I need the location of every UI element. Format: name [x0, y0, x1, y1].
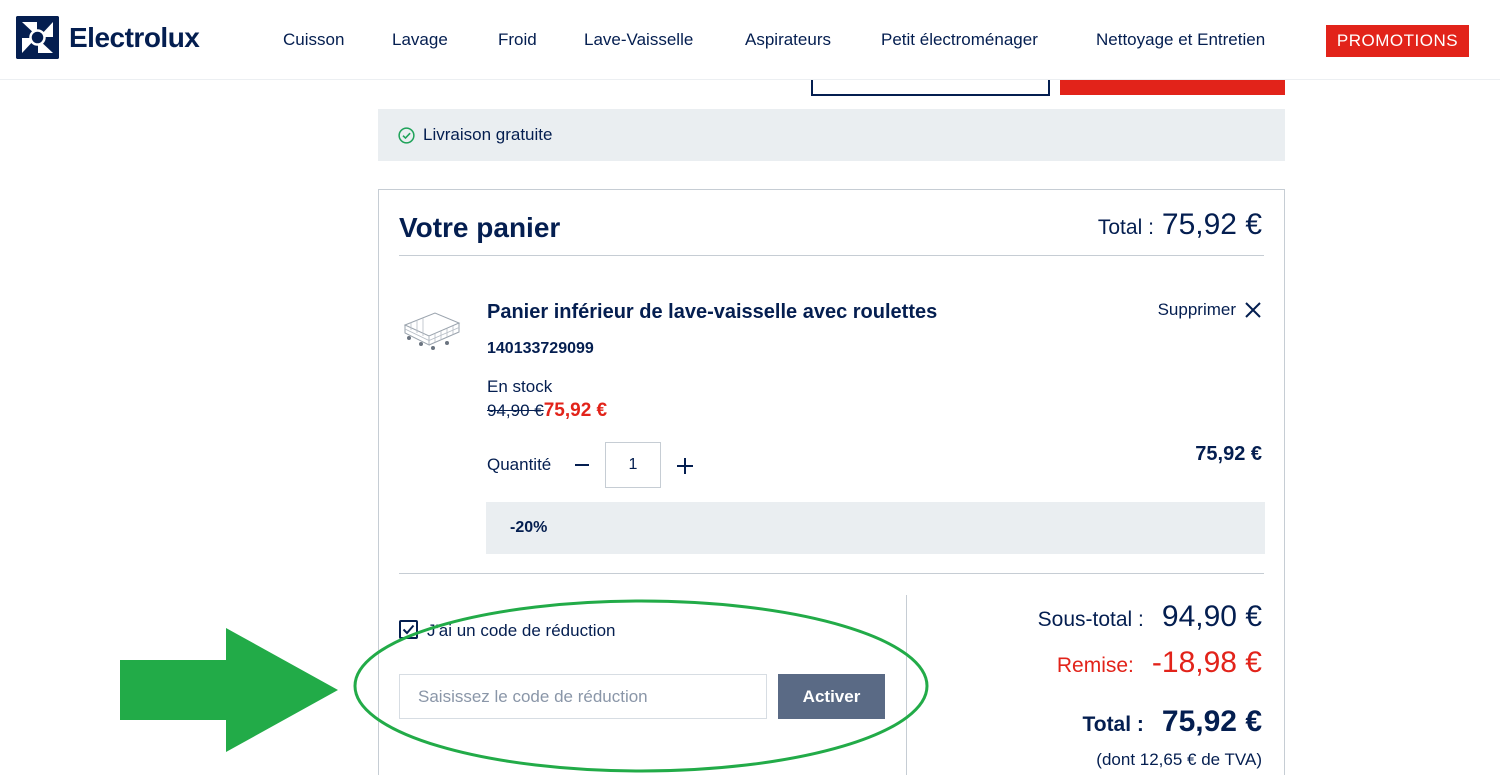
- discount-badge-text: -20%: [510, 519, 548, 536]
- quantity-decrease-button[interactable]: [569, 452, 595, 478]
- discount-row: Remise: -18,98 €: [1057, 646, 1262, 680]
- divider: [399, 573, 1264, 574]
- summary-total-label: Total :: [1082, 713, 1144, 736]
- check-circle-icon: [398, 126, 415, 144]
- site-header: Electrolux Cuisson Lavage Froid Lave-Vai…: [0, 0, 1500, 80]
- total-row: Total : 75,92 €: [1082, 705, 1262, 739]
- electrolux-logo-icon: [16, 16, 59, 59]
- checkbox-checked-icon: [402, 624, 415, 635]
- promotions-button[interactable]: PROMOTIONS: [1326, 25, 1469, 57]
- coupon-checkbox-label[interactable]: J'ai un code de réduction: [427, 621, 616, 641]
- quantity-input[interactable]: 1: [605, 442, 661, 488]
- coupon-checkbox[interactable]: [399, 620, 418, 639]
- product-name[interactable]: Panier inférieur de lave-vaisselle avec …: [487, 301, 937, 324]
- quantity-increase-button[interactable]: [671, 452, 699, 480]
- nav-item-lave-vaisselle[interactable]: Lave-Vaisselle: [584, 30, 693, 50]
- discount-value: -18,98 €: [1151, 646, 1262, 679]
- minus-icon: [575, 464, 589, 466]
- nav-item-petit-electromenager[interactable]: Petit électroménager: [881, 30, 1038, 50]
- nav-item-lavage[interactable]: Lavage: [392, 30, 448, 50]
- divider: [399, 255, 1264, 256]
- stock-status: En stock: [487, 377, 553, 396]
- product-sku: 140133729099: [487, 340, 594, 357]
- cart-total-value: 75,92 €: [1161, 208, 1262, 241]
- discount-badge: -20%: [486, 502, 1265, 554]
- delivery-text: Livraison gratuite: [423, 125, 553, 144]
- delivery-banner: Livraison gratuite: [378, 109, 1285, 161]
- remove-label: Supprimer: [1157, 300, 1236, 319]
- vat-note: (dont 12,65 € de TVA): [1096, 750, 1262, 769]
- subtotal-row: Sous-total : 94,90 €: [1038, 600, 1262, 634]
- nav-item-aspirateurs[interactable]: Aspirateurs: [745, 30, 831, 50]
- cart-panel: Votre panier Total : 75,92 € Panier infé…: [378, 189, 1285, 775]
- remove-item-button[interactable]: Supprimer: [1158, 300, 1262, 320]
- close-icon: [1245, 302, 1261, 318]
- old-price: 94,90 €: [487, 401, 544, 420]
- discount-label: Remise:: [1056, 654, 1134, 677]
- nav-item-nettoyage[interactable]: Nettoyage et Entretien: [1096, 30, 1265, 50]
- plus-icon: [677, 458, 693, 474]
- subtotal-value: 94,90 €: [1161, 600, 1262, 633]
- nav-item-cuisson[interactable]: Cuisson: [283, 30, 344, 50]
- cart-title: Votre panier: [399, 212, 561, 243]
- summary-total-value: 75,92 €: [1161, 705, 1262, 738]
- annotation-arrow-icon: [120, 628, 338, 752]
- coupon-code-input[interactable]: [399, 674, 767, 719]
- nav-item-froid[interactable]: Froid: [498, 30, 537, 50]
- brand-logo[interactable]: Electrolux: [16, 16, 200, 59]
- cart-header-total: Total : 75,92 €: [1098, 208, 1262, 242]
- subtotal-label: Sous-total :: [1037, 608, 1144, 631]
- new-price: 75,92 €: [543, 400, 608, 421]
- quantity-label: Quantité: [487, 455, 552, 474]
- product-image[interactable]: [401, 303, 463, 353]
- line-total: 75,92 €: [1195, 443, 1262, 465]
- vertical-divider: [906, 595, 907, 775]
- price-line: 94,90 € 75,92 €: [487, 400, 607, 422]
- activate-coupon-button[interactable]: Activer: [778, 674, 885, 719]
- cart-total-label: Total :: [1097, 216, 1154, 239]
- brand-name: Electrolux: [69, 21, 200, 53]
